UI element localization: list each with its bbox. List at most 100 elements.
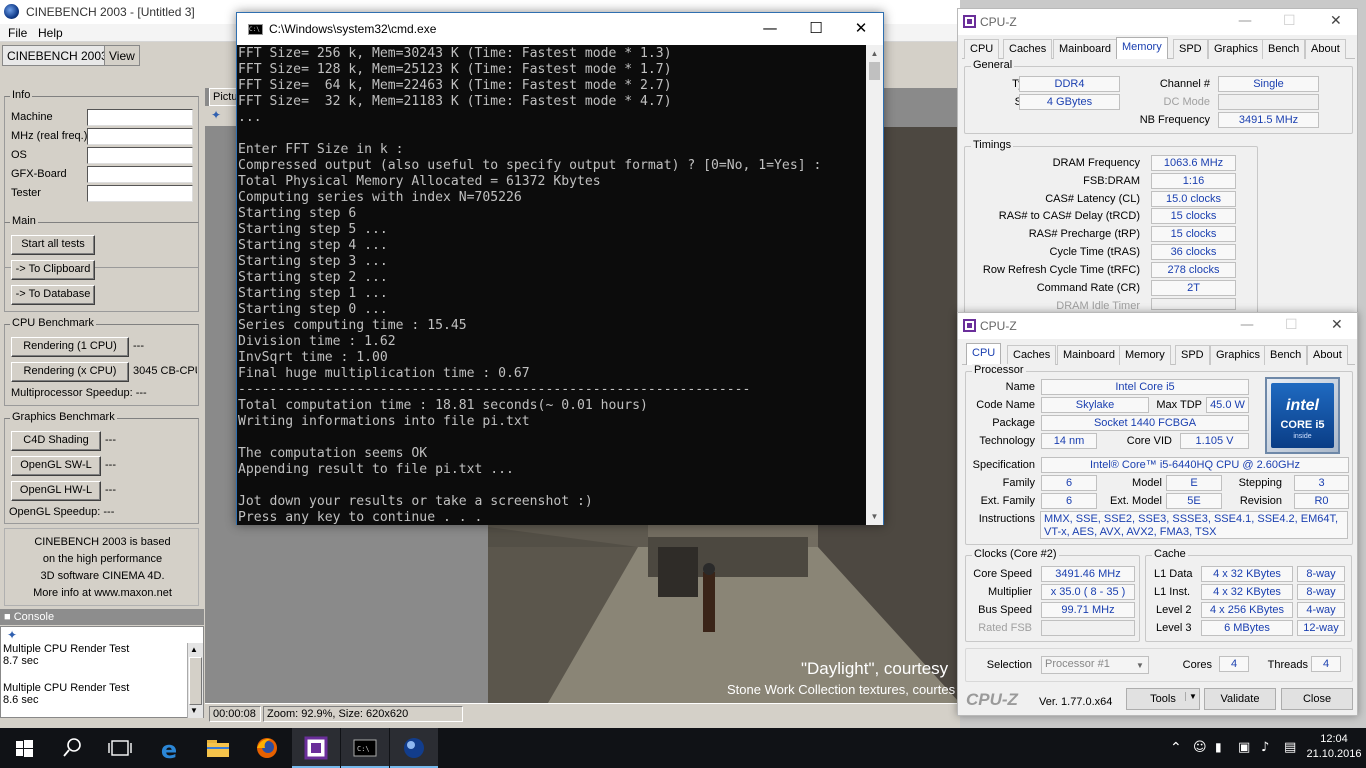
- maximize-icon[interactable]: ☐: [793, 13, 839, 45]
- tab-bench[interactable]: Bench: [1264, 345, 1308, 365]
- scroll-up-icon[interactable]: ▲: [866, 45, 883, 62]
- technology-value: 14 nm: [1041, 433, 1097, 449]
- cpuz-memory-titlebar[interactable]: CPU-Z — ☐ ✕: [958, 9, 1357, 35]
- c4d-shading-button[interactable]: C4D Shading: [11, 431, 101, 451]
- close-icon[interactable]: ✕: [1331, 317, 1343, 333]
- volume-icon[interactable]: ♪: [1261, 740, 1269, 755]
- menu-help[interactable]: Help: [38, 26, 63, 40]
- battery-icon[interactable]: ▮: [1215, 740, 1222, 754]
- people-icon[interactable]: ☺: [1193, 740, 1207, 755]
- cmd-output[interactable]: FFT Size= 256 k, Mem=30243 K (Time: Fast…: [237, 45, 866, 525]
- cmd-scroll-thumb[interactable]: [869, 62, 880, 80]
- console-scrollbar[interactable]: ▲ ▼: [187, 643, 203, 718]
- core-vid-value: 1.105 V: [1180, 433, 1249, 449]
- close-icon[interactable]: ✕: [1330, 13, 1342, 29]
- to-clipboard-button[interactable]: -> To Clipboard: [11, 260, 95, 280]
- scroll-up-icon[interactable]: ▲: [190, 645, 198, 654]
- scroll-down-icon[interactable]: ▼: [866, 508, 883, 525]
- level3-way: 12-way: [1297, 620, 1345, 636]
- gfx-board-field[interactable]: [87, 166, 193, 183]
- network-icon[interactable]: ▣: [1238, 740, 1250, 755]
- firefox-icon[interactable]: [243, 728, 291, 768]
- multiplier-label: Multiplier: [987, 586, 1032, 598]
- minimize-icon[interactable]: —: [1238, 13, 1252, 29]
- cinebench-statusbar: 00:00:08 Zoom: 92.9%, Size: 620x620: [205, 703, 960, 723]
- task-view-icon[interactable]: [96, 728, 144, 768]
- tab-spd[interactable]: SPD: [1173, 39, 1208, 59]
- tab-memory[interactable]: Memory: [1119, 345, 1171, 365]
- file-explorer-icon[interactable]: [194, 728, 242, 768]
- console-pin-icon[interactable]: ✦: [7, 628, 17, 642]
- cmd-line: Compressed output (also useful to specif…: [238, 158, 822, 173]
- tab-caches[interactable]: Caches: [1007, 345, 1057, 365]
- os-field[interactable]: [87, 147, 193, 164]
- rendering-xcpu-button[interactable]: Rendering (x CPU): [11, 362, 129, 382]
- tab-mainboard[interactable]: Mainboard: [1053, 39, 1117, 59]
- opengl-hw-button[interactable]: OpenGL HW-L: [11, 481, 101, 501]
- os-label: OS: [11, 149, 27, 161]
- about-line-3: 3D software CINEMA 4D.: [40, 570, 165, 582]
- tab-view[interactable]: View: [104, 45, 140, 66]
- tab-bench[interactable]: Bench: [1262, 39, 1306, 59]
- tab-cinebench[interactable]: CINEBENCH 2003: [2, 45, 113, 66]
- notification-icon[interactable]: ▤: [1284, 740, 1296, 755]
- chevron-down-icon[interactable]: ▼: [1136, 659, 1144, 673]
- cmd-titlebar[interactable]: C:\ C:\Windows\system32\cmd.exe — ☐ ✕: [237, 13, 883, 45]
- clock[interactable]: 12:04 21.10.2016: [1306, 732, 1362, 762]
- tab-about[interactable]: About: [1307, 345, 1348, 365]
- chevron-down-icon[interactable]: ▼: [1185, 692, 1197, 701]
- minimize-icon[interactable]: —: [1240, 317, 1254, 333]
- tab-cpu[interactable]: CPU: [964, 39, 1000, 59]
- opengl-sw-button[interactable]: OpenGL SW-L: [11, 456, 101, 476]
- scroll-down-icon[interactable]: ▼: [190, 706, 198, 715]
- picture-pin-icon[interactable]: ✦: [211, 108, 221, 122]
- cpuz-cpu-titlebar[interactable]: CPU-Z — ☐ ✕: [958, 313, 1357, 339]
- tester-field[interactable]: [87, 185, 193, 202]
- close-icon[interactable]: ✕: [838, 13, 884, 45]
- search-icon[interactable]: [48, 728, 96, 768]
- minimize-icon[interactable]: —: [747, 13, 793, 45]
- start-all-tests-button[interactable]: Start all tests: [11, 235, 95, 255]
- to-database-button[interactable]: -> To Database: [11, 285, 95, 305]
- rated-fsb-value: [1041, 620, 1135, 636]
- family-label: Family: [1002, 477, 1035, 489]
- cmd-line: FFT Size= 64 k, Mem=22463 K (Time: Faste…: [238, 78, 672, 93]
- tab-memory[interactable]: Memory: [1116, 37, 1168, 59]
- intel-core-text: CORE i5: [1280, 419, 1325, 431]
- close-button[interactable]: Close: [1281, 688, 1353, 710]
- console-scroll-thumb[interactable]: [189, 657, 202, 705]
- machine-field[interactable]: [87, 109, 193, 126]
- cas-latency-label: CAS# Latency (CL): [1045, 193, 1140, 205]
- general-label: General: [971, 59, 1015, 71]
- cmd-icon[interactable]: C:\: [341, 728, 389, 768]
- console-collapse-icon[interactable]: ■: [4, 611, 11, 623]
- trp-label: RAS# Precharge (tRP): [1028, 228, 1140, 240]
- cinebench-icon[interactable]: [390, 728, 438, 768]
- start-icon[interactable]: [0, 728, 48, 768]
- menu-file[interactable]: File: [8, 26, 27, 40]
- tab-graphics[interactable]: Graphics: [1210, 345, 1267, 365]
- tab-caches[interactable]: Caches: [1003, 39, 1053, 59]
- mhz-field[interactable]: [87, 128, 193, 145]
- intel-inside-text: inside: [1293, 433, 1312, 440]
- tab-graphics[interactable]: Graphics: [1208, 39, 1265, 59]
- cmd-scrollbar[interactable]: ▲ ▼: [866, 45, 883, 525]
- edge-icon[interactable]: e: [145, 728, 193, 768]
- validate-button[interactable]: Validate: [1204, 688, 1276, 710]
- chevron-up-icon[interactable]: ⌃: [1170, 740, 1182, 756]
- tab-mainboard[interactable]: Mainboard: [1057, 345, 1121, 365]
- tab-spd[interactable]: SPD: [1175, 345, 1210, 365]
- tools-button[interactable]: Tools ▼: [1126, 688, 1200, 710]
- processor-select[interactable]: Processor #1 ▼: [1041, 656, 1149, 674]
- rendering-1cpu-button[interactable]: Rendering (1 CPU): [11, 337, 129, 357]
- cmd-line: Total computation time : 18.81 seconds(~…: [238, 398, 648, 413]
- cmd-line: [238, 478, 866, 494]
- level2-label: Level 2: [1156, 604, 1192, 616]
- tab-about[interactable]: About: [1305, 39, 1346, 59]
- ext-model-label: Ext. Model: [1110, 495, 1162, 507]
- tab-cpu[interactable]: CPU: [966, 343, 1002, 365]
- console-panel: ✦ Multiple CPU Render Test 8.7 sec Multi…: [0, 626, 204, 718]
- level2-size: 4 x 256 KBytes: [1201, 602, 1293, 618]
- revision-value: R0: [1294, 493, 1349, 509]
- cpuz-icon[interactable]: [292, 728, 340, 768]
